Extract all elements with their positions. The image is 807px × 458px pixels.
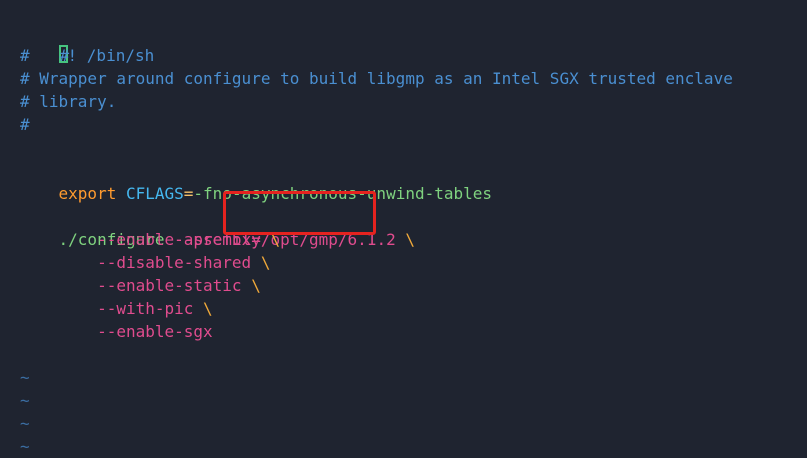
export-keyword: export [58,184,117,203]
disable-shared-flag: --disable-shared [97,253,252,272]
enable-static-flag: --enable-static [97,276,242,295]
cflags-variable: CFLAGS [125,184,184,203]
code-line-disable-shared: --disable-shared \ [20,251,270,274]
code-line-export: export CFLAGS=-fno-asynchronous-unwind-t… [20,159,493,203]
line-continuation: \ [203,299,213,318]
code-line-enable-static: --enable-static \ [20,274,261,297]
empty-line-marker: ~ [20,391,30,410]
empty-line-marker: ~ [20,414,30,433]
code-line-comment: # [20,46,30,65]
equals-operator: = [183,184,194,203]
code-line-comment-description: # Wrapper around configure to build libg… [20,69,733,88]
empty-line-marker: ~ [20,437,30,456]
text-cursor: # [58,45,70,65]
code-line-with-pic: --with-pic \ [20,297,213,320]
line-continuation: \ [251,276,261,295]
code-line-shebang: #! /bin/sh [20,21,154,65]
code-line-comment-library: # library. [20,92,117,111]
line-continuation: \ [405,230,415,249]
with-pic-flag: --with-pic [97,299,194,318]
code-line-enable-sgx: --enable-sgx [20,320,213,343]
empty-line-marker: ~ [20,368,30,387]
line-continuation: \ [260,253,271,272]
code-editor[interactable]: #! /bin/sh # # Wrapper around configure … [0,0,807,457]
code-line-comment-end: # [20,115,30,134]
annotation-highlight-box [223,191,376,235]
shebang-text: ! /bin/sh [67,46,155,65]
enable-sgx-flag: --enable-sgx [97,322,213,341]
